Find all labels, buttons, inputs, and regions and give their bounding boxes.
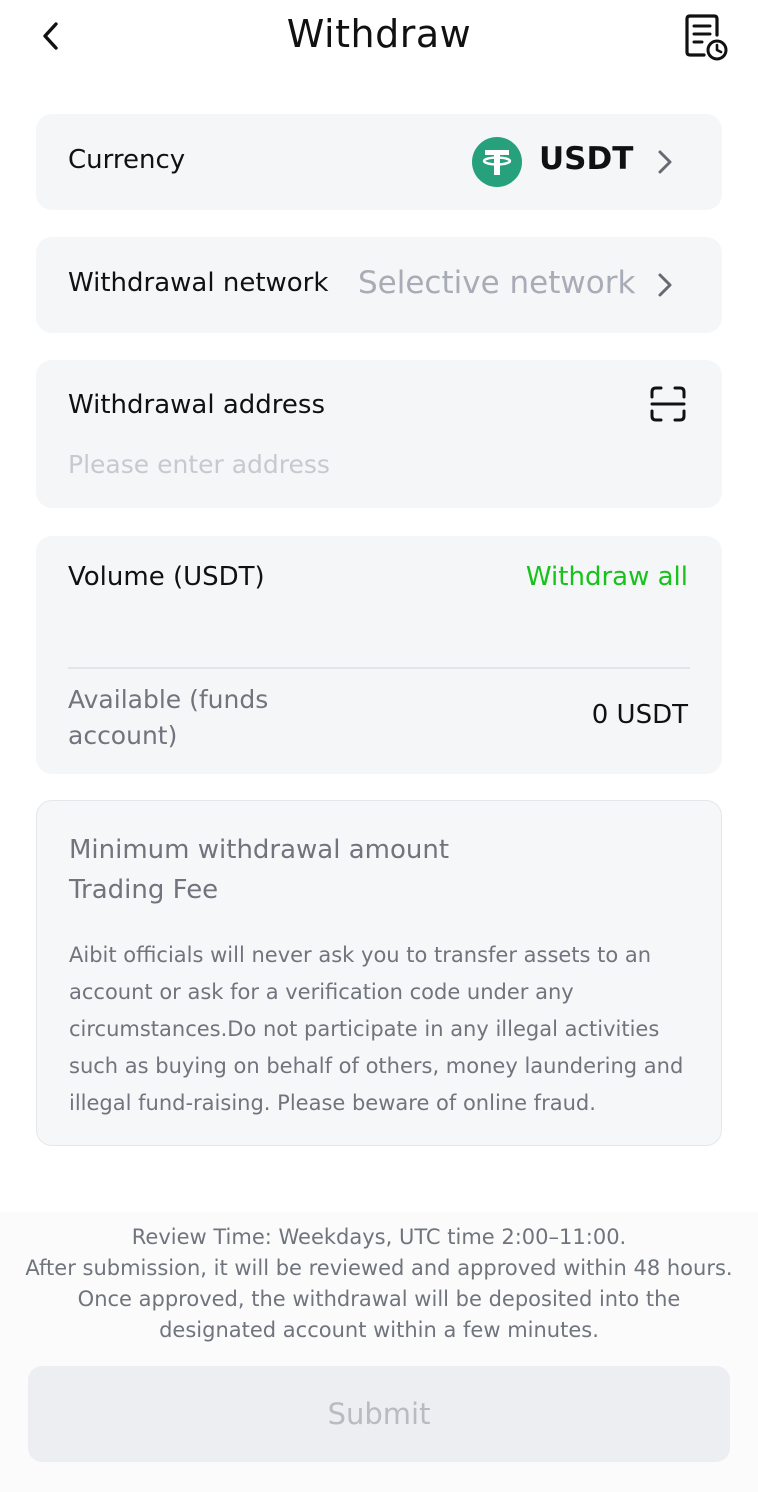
review-time-text: Review Time: Weekdays, UTC time 2:00–11:… bbox=[131, 1225, 627, 1249]
withdraw-all-button[interactable]: Withdraw all bbox=[526, 562, 688, 592]
address-card: Withdrawal address bbox=[36, 360, 722, 508]
volume-card: Volume (USDT) Withdraw all Available (fu… bbox=[36, 536, 722, 774]
records-button[interactable] bbox=[680, 10, 732, 62]
currency-label: Currency bbox=[68, 145, 186, 175]
scan-button[interactable] bbox=[648, 384, 688, 424]
page-title: Withdraw bbox=[286, 12, 472, 56]
volume-input[interactable] bbox=[68, 618, 688, 662]
withdraw-page: Withdraw Currency USDT Withdrawal networ… bbox=[0, 0, 758, 1492]
review-approval-text: After submission, it will be reviewed an… bbox=[25, 1256, 733, 1342]
security-notice: Aibit officials will never ask you to tr… bbox=[69, 943, 684, 1115]
submit-button[interactable]: Submit bbox=[28, 1366, 730, 1462]
network-label: Withdrawal network bbox=[68, 268, 329, 298]
address-input[interactable] bbox=[68, 444, 668, 484]
currency-value: USDT bbox=[539, 141, 634, 177]
info-card: Minimum withdrawal amount Trading Fee Ai… bbox=[36, 800, 722, 1146]
tether-logo-icon bbox=[472, 137, 522, 187]
scan-icon bbox=[650, 386, 686, 422]
available-value: 0 USDT bbox=[591, 700, 688, 730]
header: Withdraw bbox=[0, 0, 758, 80]
network-selector[interactable]: Withdrawal network Selective network bbox=[36, 237, 722, 333]
available-label: Available (funds account) bbox=[68, 685, 269, 750]
min-withdrawal-label: Minimum withdrawal amount bbox=[69, 835, 450, 865]
trading-fee-label: Trading Fee bbox=[69, 875, 219, 905]
network-placeholder[interactable]: Selective network bbox=[358, 265, 635, 301]
currency-selector[interactable]: Currency USDT bbox=[36, 114, 722, 210]
chevron-right-icon bbox=[658, 273, 672, 297]
review-notice: Review Time: Weekdays, UTC time 2:00–11:… bbox=[22, 1222, 736, 1346]
records-clock-icon bbox=[685, 14, 728, 61]
divider bbox=[68, 667, 690, 669]
chevron-right-icon bbox=[658, 150, 672, 174]
volume-label: Volume (USDT) bbox=[68, 562, 265, 592]
footer: Review Time: Weekdays, UTC time 2:00–11:… bbox=[0, 1212, 758, 1492]
address-label: Withdrawal address bbox=[68, 390, 325, 420]
